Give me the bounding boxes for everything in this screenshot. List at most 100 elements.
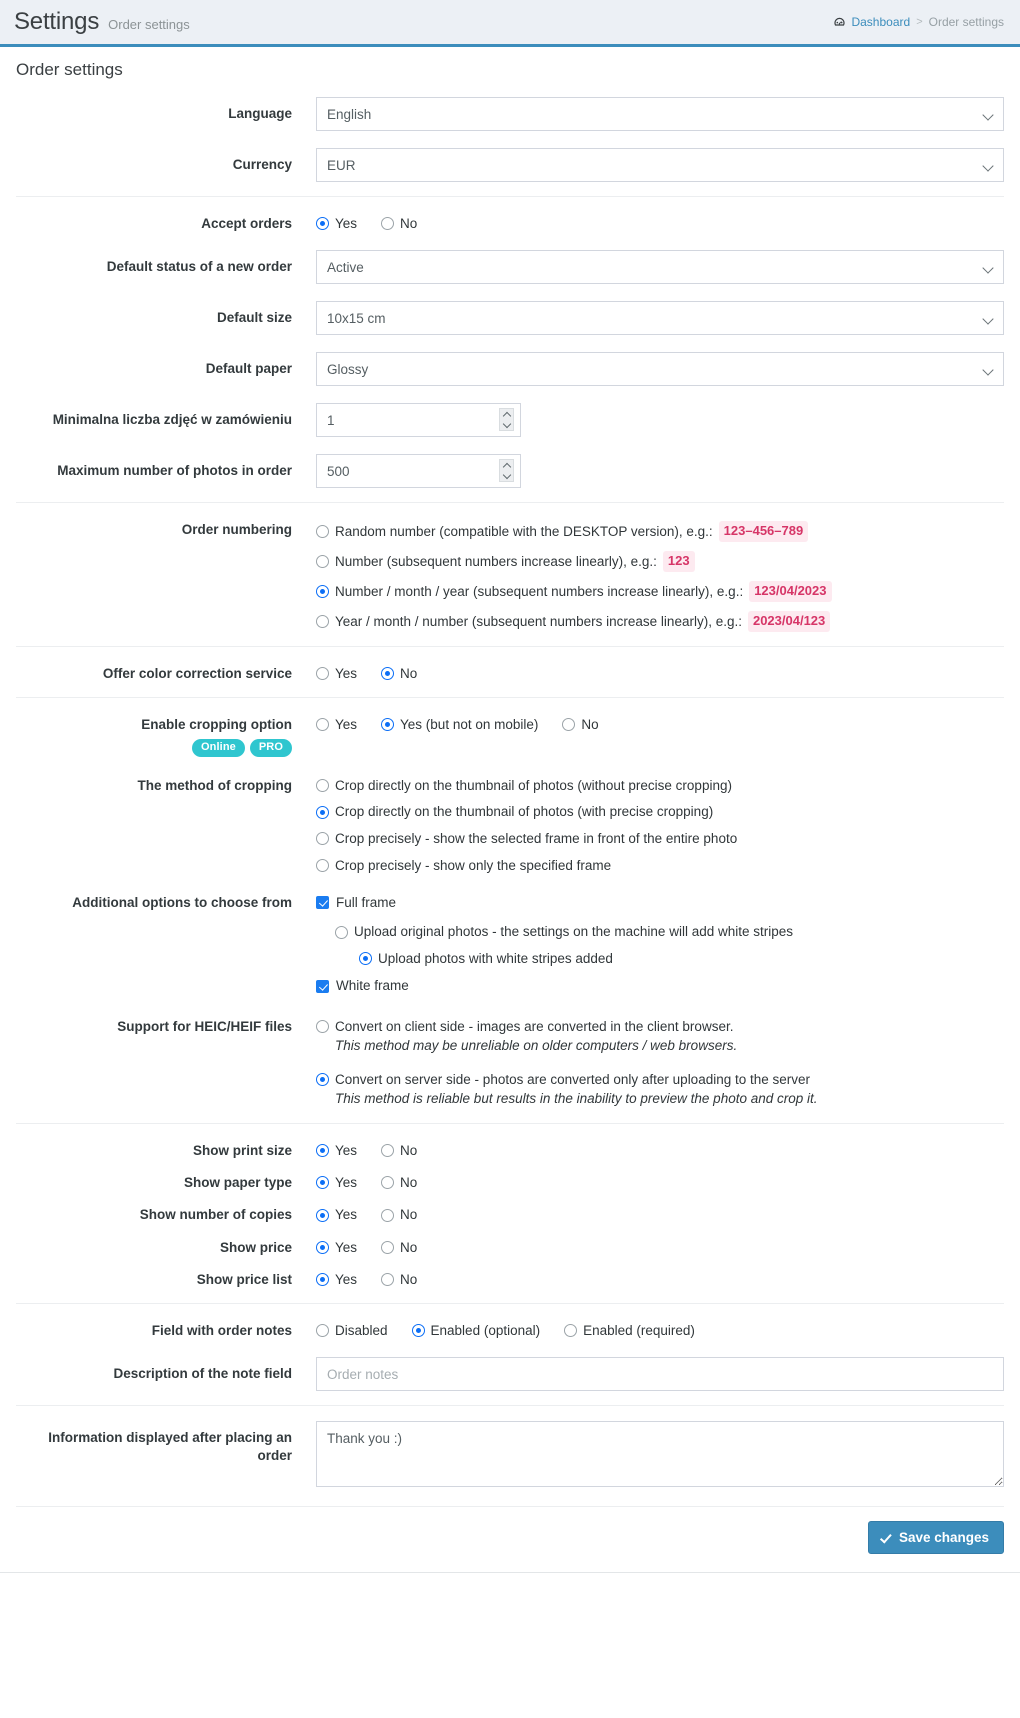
additional-options-label: Additional options to choose from [72, 895, 292, 911]
enable-cropping-option-2[interactable]: No [562, 716, 599, 734]
color-correction-no[interactable]: No [381, 665, 417, 683]
max-photos-stepper[interactable] [499, 459, 514, 483]
show-price-list-no[interactable]: No [381, 1271, 417, 1289]
color-correction-yes-label: Yes [335, 665, 358, 681]
language-select[interactable]: English [316, 97, 1004, 131]
enable-cropping-option-0[interactable]: Yes [316, 716, 357, 734]
show-print-size-yes[interactable]: Yes [316, 1142, 357, 1160]
heic-option-1-note: This method is reliable but results in t… [335, 1091, 818, 1107]
radio-icon [316, 555, 329, 569]
cropping-method-option-1[interactable]: Crop directly on the thumbnail of photos… [316, 803, 1004, 821]
full-frame-checkbox[interactable]: Full frame [316, 894, 396, 912]
badge-online: Online [192, 739, 245, 757]
language-label: Language [228, 106, 292, 121]
row-default-paper: Default paper Glossy [16, 351, 1004, 387]
stepper-down-icon[interactable] [500, 420, 513, 431]
heic-option-1[interactable]: Convert on server side - photos are conv… [316, 1070, 1004, 1109]
full-frame-sub-option-0-label: Upload original photos - the settings on… [354, 924, 793, 940]
section-orders: Accept orders Yes No Default status of a… [16, 196, 1004, 502]
radio-icon [316, 832, 329, 846]
check-icon [881, 1532, 892, 1543]
notes-option-optional[interactable]: Enabled (optional) [411, 1322, 541, 1340]
notes-option-disabled[interactable]: Disabled [316, 1322, 388, 1340]
radio-icon [316, 858, 329, 872]
show-paper-type-no-label: No [400, 1175, 418, 1191]
show-number-of-copies-yes-label: Yes [335, 1207, 358, 1223]
section-after-order: Information displayed after placing an o… [16, 1405, 1004, 1506]
currency-select[interactable]: EUR [316, 148, 1004, 182]
color-correction-label: Offer color correction service [102, 665, 292, 681]
notes-option-required-label: Enabled (required) [583, 1323, 695, 1339]
heic-option-0[interactable]: Convert on client side - images are conv… [316, 1017, 1004, 1056]
row-enable-cropping: Enable cropping option Online PRO Yes Ye… [16, 712, 1004, 757]
cropping-method-option-2[interactable]: Crop precisely - show the selected frame… [316, 830, 1004, 848]
radio-icon [562, 718, 576, 732]
row-show-print-size: Show print size Yes No [16, 1138, 1004, 1160]
numbering-option-0[interactable]: Random number (compatible with the DESKT… [316, 521, 1004, 543]
show-price-yes-label: Yes [335, 1239, 358, 1255]
show-print-size-no[interactable]: No [381, 1142, 417, 1160]
radio-icon [316, 614, 329, 628]
row-heic-support: Support for HEIC/HEIF files Convert on c… [16, 1014, 1004, 1109]
row-language: Language English [16, 96, 1004, 131]
radio-icon [316, 217, 329, 231]
radio-icon [316, 1019, 329, 1033]
numbering-option-3[interactable]: Year / month / number (subsequent number… [316, 610, 1004, 632]
default-size-select[interactable]: 10x15 cm [316, 301, 1004, 336]
show-paper-type-yes[interactable]: Yes [316, 1174, 357, 1192]
min-photos-stepper[interactable] [499, 408, 514, 432]
radio-icon [316, 1176, 329, 1190]
stepper-up-icon[interactable] [500, 460, 513, 471]
notes-option-optional-label: Enabled (optional) [430, 1323, 541, 1339]
accept-orders-yes-label: Yes [335, 216, 358, 231]
default-size-label: Default size [216, 310, 292, 326]
radio-icon [381, 1144, 395, 1158]
cropping-method-option-3-label: Crop precisely - show only the specified… [335, 857, 612, 873]
stepper-up-icon[interactable] [500, 409, 513, 420]
cropping-method-option-2-label: Crop precisely - show the selected frame… [335, 830, 738, 846]
numbering-option-1-example: 123 [662, 551, 695, 572]
numbering-option-2[interactable]: Number / month / year (subsequent number… [316, 581, 1004, 602]
default-paper-select[interactable]: Glossy [316, 352, 1004, 387]
min-photos-input[interactable] [316, 403, 521, 438]
default-paper-label: Default paper [205, 361, 292, 377]
numbering-option-1[interactable]: Number (subsequent numbers increase line… [316, 551, 1004, 572]
after-order-info-textarea[interactable]: Thank you :) [316, 1421, 1004, 1488]
row-note-description: Description of the note field [16, 1356, 1004, 1392]
cropping-method-option-3[interactable]: Crop precisely - show only the specified… [316, 857, 1004, 875]
show-number-of-copies-no[interactable]: No [381, 1206, 417, 1224]
breadcrumb-separator: > [916, 16, 923, 28]
row-after-order-info: Information displayed after placing an o… [16, 1420, 1004, 1492]
show-paper-type-no[interactable]: No [381, 1174, 417, 1192]
color-correction-yes[interactable]: Yes [316, 665, 357, 683]
numbering-option-2-example: 123/04/2023 [749, 581, 832, 602]
checkbox-icon [316, 896, 329, 910]
cropping-method-option-0[interactable]: Crop directly on the thumbnail of photos… [316, 777, 1004, 795]
radio-icon [316, 779, 329, 793]
notes-option-required[interactable]: Enabled (required) [564, 1322, 695, 1340]
heic-option-0-note: This method may be unreliable on older c… [335, 1038, 738, 1054]
note-description-label: Description of the note field [113, 1366, 292, 1382]
save-changes-button[interactable]: Save changes [867, 1521, 1004, 1555]
full-frame-sub-option-1[interactable]: Upload photos with white stripes added [359, 950, 1004, 968]
max-photos-input[interactable] [316, 454, 521, 489]
section-localization: Language English Currency EUR [16, 92, 1004, 196]
show-number-of-copies-yes[interactable]: Yes [316, 1206, 357, 1224]
row-max-photos: Maximum number of photos in order [16, 453, 1004, 489]
show-price-label: Show price [219, 1239, 292, 1255]
default-status-select[interactable]: Active [316, 250, 1004, 285]
stepper-down-icon[interactable] [500, 471, 513, 482]
show-price-list-yes[interactable]: Yes [316, 1271, 357, 1289]
enable-cropping-option-1[interactable]: Yes (but not on mobile) [381, 716, 538, 734]
note-description-input[interactable] [316, 1357, 1004, 1392]
show-price-yes[interactable]: Yes [316, 1239, 357, 1257]
breadcrumb-current: Order settings [928, 15, 1004, 29]
full-frame-sub-option-0[interactable]: Upload original photos - the settings on… [335, 923, 1004, 941]
radio-icon [381, 1208, 395, 1222]
breadcrumb-dashboard-link[interactable]: Dashboard [833, 15, 910, 29]
show-price-no[interactable]: No [381, 1239, 417, 1257]
accept-orders-yes[interactable]: Yes [316, 215, 357, 233]
accept-orders-no[interactable]: No [381, 215, 417, 233]
dashboard-icon [833, 16, 846, 29]
white-frame-checkbox[interactable]: White frame [316, 977, 409, 995]
